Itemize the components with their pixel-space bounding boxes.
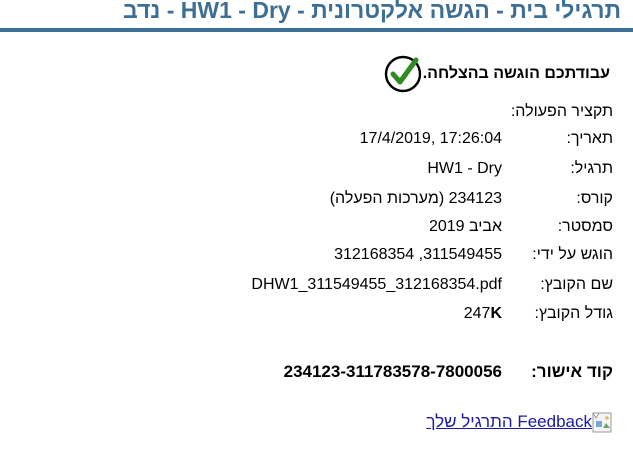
- feedback-link-english[interactable]: Feedback: [517, 412, 592, 431]
- file-name-value: DHW1_311549455_312168354.pdf: [251, 276, 502, 293]
- exercise-label: תרגיל:: [570, 160, 613, 177]
- exercise-value: HW1 - Dry: [427, 160, 502, 177]
- header-divider: [0, 28, 633, 32]
- submitted-by-row: הוגש על ידי: 311549455, 312168354: [0, 246, 633, 272]
- course-label: קורס:: [576, 190, 613, 207]
- submitted-by-value: 311549455, 312168354: [334, 246, 502, 263]
- file-name-row: שם הקובץ: DHW1_311549455_312168354.pdf: [0, 276, 633, 302]
- approval-label: קוד אישור:: [531, 362, 613, 381]
- file-size-row: גודל הקובץ: 247K: [0, 305, 633, 331]
- feedback-link-hebrew[interactable]: התרגיל שלך: [426, 412, 512, 431]
- semester-row: סמסטר: אביב 2019: [0, 218, 633, 244]
- date-row: תאריך: 17/4/2019, 17:26:04: [0, 130, 633, 156]
- file-size-number: 247: [463, 305, 491, 322]
- file-size-label: גודל הקובץ:: [534, 305, 613, 322]
- file-size-unit: K: [490, 305, 502, 322]
- semester-value: אביב 2019: [428, 218, 502, 235]
- page-title: תרגילי בית - הגשה אלקטרונית - HW1 - Dry …: [123, 0, 621, 23]
- exercise-row: תרגיל: HW1 - Dry: [0, 160, 633, 186]
- course-value: 234123 (מערכות הפעלה): [329, 190, 502, 207]
- broken-image-icon[interactable]: [592, 410, 614, 434]
- course-row: קורס: 234123 (מערכות הפעלה): [0, 190, 633, 216]
- approval-code: 234123-311783578-7800056: [283, 362, 502, 381]
- semester-label: סמסטר:: [557, 218, 613, 235]
- date-label: תאריך:: [566, 130, 613, 147]
- file-size-value: 247K: [464, 305, 502, 323]
- approval-row: קוד אישור: 234123-311783578-7800056: [0, 362, 633, 388]
- date-value: 17/4/2019, 17:26:04: [359, 130, 502, 147]
- success-banner: עבודתכם הוגשה בהצלחה.: [383, 54, 616, 94]
- feedback-link[interactable]: התרגיל שלך Feedback: [426, 412, 592, 432]
- submitted-by-label: הוגש על ידי:: [532, 246, 613, 263]
- file-name-label: שם הקובץ:: [540, 276, 613, 293]
- success-message: עבודתכם הוגשה בהצלחה.: [422, 65, 610, 82]
- submission-confirmation-page: תרגילי בית - הגשה אלקטרונית - HW1 - Dry …: [0, 0, 633, 451]
- checkmark-circle-icon: [384, 55, 421, 93]
- feedback-row: התרגיל שלך Feedback: [426, 410, 614, 434]
- summary-heading: תקציר הפעולה:: [510, 103, 613, 120]
